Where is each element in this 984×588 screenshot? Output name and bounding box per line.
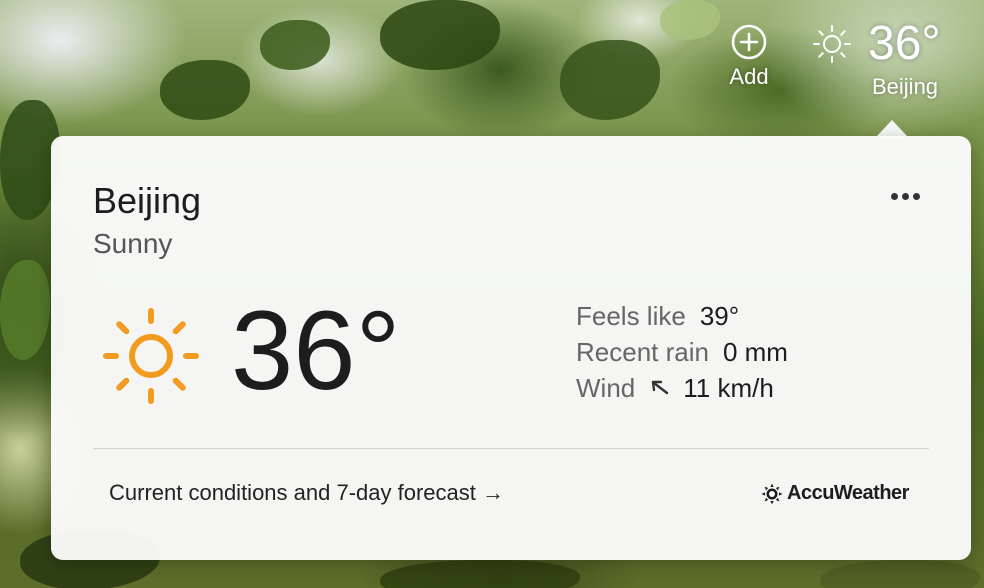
foliage (560, 40, 660, 120)
add-location-button[interactable]: Add (718, 24, 780, 90)
current-temperature: 36° (231, 288, 401, 413)
provider-name: AccuWeather (787, 482, 909, 504)
feels-like-value: 39° (699, 301, 740, 331)
wind-row: Wind 11 km/h (576, 370, 788, 406)
feels-like-label: Feels like (576, 301, 686, 331)
weather-condition: Sunny (93, 228, 173, 259)
wind-label: Wind (576, 373, 636, 403)
ellipsis-dot (901, 192, 909, 200)
accuweather-sun-icon (761, 483, 783, 504)
foliage (660, 0, 720, 40)
popover-arrow (876, 120, 908, 137)
city-title: Beijing (93, 180, 202, 221)
menubar-city: Beijing (872, 74, 939, 99)
feels-like-row: Feels like 39° (576, 298, 788, 334)
menubar-weather-button[interactable]: 36° Beijing (810, 18, 976, 100)
desktop-background: Add 36° Beijing Beijing Sunny 36° Feels … (0, 0, 984, 588)
foliage (0, 260, 50, 360)
add-label: Add (729, 64, 769, 89)
ellipsis-dot (912, 192, 920, 200)
menubar-temperature: 36° (868, 17, 941, 70)
arrow-up-left-icon (652, 380, 669, 395)
sun-icon (103, 308, 199, 404)
foliage (260, 20, 330, 70)
recent-rain-row: Recent rain 0 mm (576, 334, 788, 370)
weather-popover: Beijing Sunny 36° Feels like 39° Recent … (51, 136, 971, 560)
foliage (380, 0, 500, 70)
sun-icon (813, 25, 851, 63)
foliage (160, 60, 250, 120)
recent-rain-label: Recent rain (576, 337, 709, 367)
more-options-button[interactable] (877, 184, 933, 208)
weather-details: Feels like 39° Recent rain 0 mm Wind 11 … (576, 298, 788, 406)
accuweather-logo[interactable]: AccuWeather (761, 482, 909, 505)
forecast-link[interactable]: Current conditions and 7-day forecast → (109, 480, 504, 506)
foliage (820, 560, 980, 588)
foliage (380, 560, 580, 588)
wind-value: 11 km/h (683, 373, 774, 403)
divider (93, 448, 929, 449)
plus-circle-icon (731, 24, 767, 60)
ellipsis-icon (890, 192, 898, 200)
recent-rain-value: 0 mm (722, 337, 788, 367)
